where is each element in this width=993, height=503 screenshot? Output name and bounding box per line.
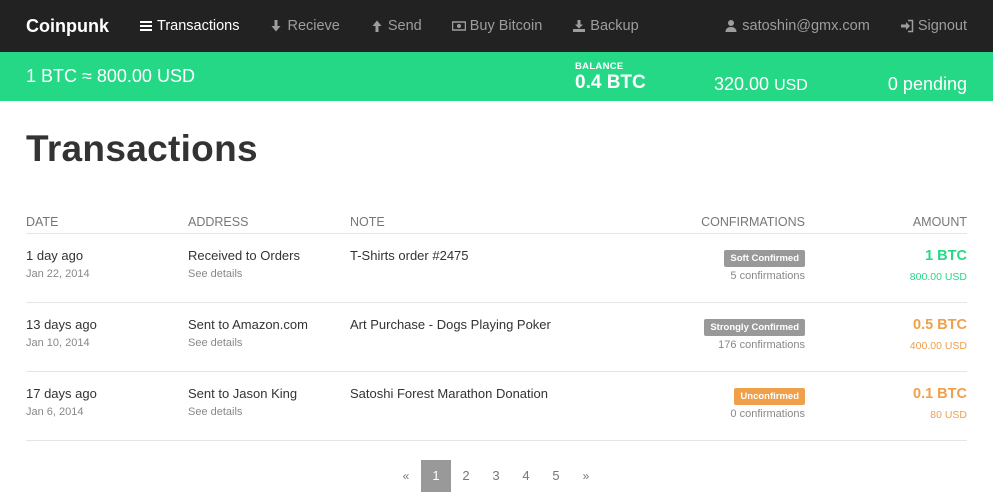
pagination-prev[interactable]: «: [391, 460, 421, 492]
table-row: 13 days ago Jan 10, 2014 Sent to Amazon.…: [26, 302, 967, 372]
balance-bar: 1 BTC ≈ 800.00 USD BALANCE 0.4 BTC 320.0…: [0, 52, 993, 101]
confirmations-count: 176 confirmations: [718, 339, 805, 351]
status-badge: Unconfirmed: [734, 388, 805, 405]
header-amount: AMOUNT: [805, 215, 967, 234]
status-badge: Soft Confirmed: [724, 250, 805, 267]
amount-usd: 80 USD: [930, 409, 967, 421]
nav-transactions[interactable]: Transactions: [139, 18, 239, 34]
cell-confirmations: Unconfirmed 0 confirmations: [650, 371, 805, 441]
cell-date: 13 days ago Jan 10, 2014: [26, 302, 188, 372]
status-badge: Strongly Confirmed: [704, 319, 805, 336]
sign-in-icon: [900, 19, 914, 33]
cell-date: 1 day ago Jan 22, 2014: [26, 233, 188, 303]
note: T-Shirts order #2475: [350, 248, 469, 263]
date: Jan 10, 2014: [26, 337, 90, 349]
date: Jan 22, 2014: [26, 268, 90, 280]
nav-buy-bitcoin-label: Buy Bitcoin: [469, 18, 543, 34]
address: Sent to Jason King: [188, 386, 298, 401]
balance-usd: 320.00 USD: [714, 74, 808, 95]
nav-receive-label: Recieve: [287, 18, 340, 34]
header-date: DATE: [26, 215, 188, 234]
page-title: Transactions: [26, 128, 258, 169]
amount-btc: 0.5 BTC: [913, 317, 967, 333]
header-note: NOTE: [350, 215, 650, 234]
nav-buy-bitcoin[interactable]: Buy Bitcoin: [451, 18, 543, 34]
cell-amount: 0.5 BTC 400.00 USD: [805, 302, 967, 372]
brand-logo[interactable]: Coinpunk: [26, 16, 109, 37]
exchange-rate: 1 BTC ≈ 800.00 USD: [26, 66, 195, 86]
table-row: 1 day ago Jan 22, 2014 Received to Order…: [26, 233, 967, 303]
date: Jan 6, 2014: [26, 406, 84, 418]
amount-btc: 1 BTC: [925, 248, 967, 264]
main-content: Transactions DATE ADDRESS NOTE CONFIRMAT…: [0, 128, 993, 441]
date-relative: 17 days ago: [26, 386, 97, 401]
cell-address: Received to Orders See details: [188, 233, 350, 303]
cell-address: Sent to Amazon.com See details: [188, 302, 350, 372]
cell-date: 17 days ago Jan 6, 2014: [26, 371, 188, 441]
date-relative: 13 days ago: [26, 317, 97, 332]
pending-count: 0 pending: [887, 74, 967, 94]
pagination-page-5[interactable]: 5: [541, 460, 571, 492]
balance-label: BALANCE: [575, 61, 624, 72]
nav-receive[interactable]: Recieve: [269, 18, 340, 34]
balance-usd-unit: USD: [774, 77, 808, 94]
cell-note: T-Shirts order #2475: [350, 233, 650, 303]
money-icon: [451, 19, 466, 33]
cell-note: Satoshi Forest Marathon Donation: [350, 371, 650, 441]
amount-usd: 800.00 USD: [909, 271, 967, 283]
menu-icon: [139, 19, 153, 33]
see-details-link[interactable]: See details: [188, 337, 350, 349]
header-address: ADDRESS: [188, 215, 350, 234]
pagination: « 1 2 3 4 5 »: [391, 460, 601, 492]
cell-address: Sent to Jason King See details: [188, 371, 350, 441]
nav-send-label: Send: [387, 18, 422, 34]
confirmations-count: 0 confirmations: [730, 408, 805, 420]
see-details-link[interactable]: See details: [188, 406, 350, 418]
pagination-next[interactable]: »: [571, 460, 601, 492]
note: Art Purchase - Dogs Playing Poker: [350, 317, 551, 332]
address: Received to Orders: [188, 248, 300, 263]
arrow-up-icon: [370, 19, 384, 33]
nav-transactions-label: Transactions: [157, 18, 240, 34]
transactions-table: DATE ADDRESS NOTE CONFIRMATIONS AMOUNT 1…: [26, 215, 967, 441]
cell-note: Art Purchase - Dogs Playing Poker: [350, 302, 650, 372]
nav-backup[interactable]: Backup: [572, 18, 639, 34]
header-confirmations: CONFIRMATIONS: [650, 215, 805, 234]
table-row: 17 days ago Jan 6, 2014 Sent to Jason Ki…: [26, 371, 967, 441]
nav-backup-label: Backup: [590, 18, 639, 34]
pagination-page-2[interactable]: 2: [451, 460, 481, 492]
balance-btc: 0.4 BTC: [575, 72, 646, 93]
cell-confirmations: Soft Confirmed 5 confirmations: [650, 233, 805, 303]
confirmations-count: 5 confirmations: [730, 270, 805, 282]
nav-signout[interactable]: Signout: [900, 18, 967, 34]
table-header-row: DATE ADDRESS NOTE CONFIRMATIONS AMOUNT: [26, 215, 967, 234]
nav-user-account[interactable]: satoshin@gmx.com: [724, 18, 870, 34]
user-email: satoshin@gmx.com: [742, 18, 870, 34]
address: Sent to Amazon.com: [188, 317, 308, 332]
navbar: Coinpunk Transactions Recieve Send Buy B…: [0, 0, 993, 52]
cell-confirmations: Strongly Confirmed 176 confirmations: [650, 302, 805, 372]
download-icon: [572, 19, 586, 33]
nav-send[interactable]: Send: [370, 18, 422, 34]
nav-right: satoshin@gmx.com Signout: [694, 0, 967, 52]
note: Satoshi Forest Marathon Donation: [350, 386, 548, 401]
pagination-page-4[interactable]: 4: [511, 460, 541, 492]
see-details-link[interactable]: See details: [188, 268, 350, 280]
pagination-page-3[interactable]: 3: [481, 460, 511, 492]
cell-amount: 1 BTC 800.00 USD: [805, 233, 967, 303]
arrow-down-icon: [269, 19, 283, 33]
user-icon: [724, 19, 738, 33]
amount-btc: 0.1 BTC: [913, 386, 967, 402]
amount-usd: 400.00 USD: [909, 340, 967, 352]
balance-usd-value: 320.00: [714, 74, 770, 94]
signout-label: Signout: [917, 18, 967, 34]
date-relative: 1 day ago: [26, 248, 84, 263]
cell-amount: 0.1 BTC 80 USD: [805, 371, 967, 441]
pagination-page-1[interactable]: 1: [421, 460, 451, 492]
